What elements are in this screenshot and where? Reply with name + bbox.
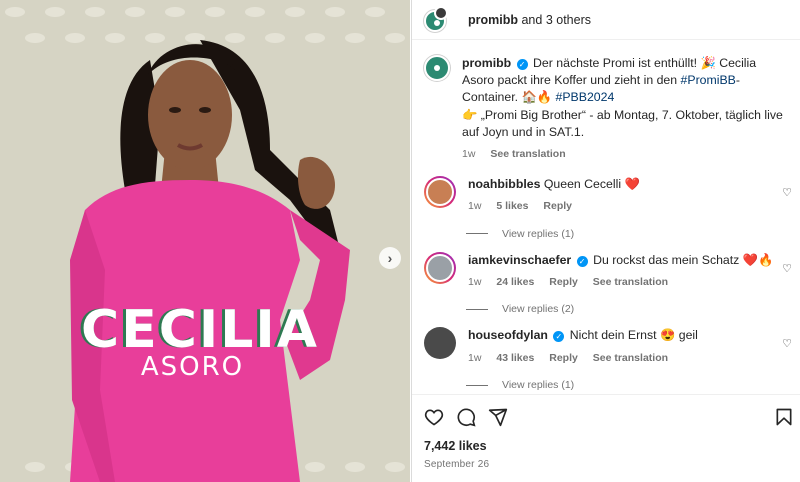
reply-button[interactable]: Reply — [549, 276, 578, 288]
post-date[interactable]: September 26 — [424, 459, 788, 470]
comment-like-heart-icon[interactable]: ♡ — [782, 186, 792, 199]
avatar[interactable] — [424, 251, 456, 284]
comment-likes[interactable]: 24 likes — [496, 276, 534, 288]
view-replies-button[interactable]: View replies (1) — [466, 228, 788, 240]
author-username[interactable]: promibb — [468, 13, 518, 27]
comment-time[interactable]: 1w — [468, 352, 481, 364]
reply-button[interactable]: Reply — [543, 200, 572, 212]
post-header: promibb and 3 others — [412, 0, 800, 40]
heart-icon[interactable] — [424, 407, 444, 427]
chevron-right-icon: › — [387, 250, 393, 266]
post-media[interactable]: CECILIA ASORO › — [0, 0, 410, 482]
likes-count[interactable]: 7,442 likes — [424, 439, 788, 453]
see-translation-link[interactable]: See translation — [593, 352, 668, 364]
comment-like-heart-icon[interactable]: ♡ — [782, 337, 792, 350]
post-actions: 7,442 likes September 26 — [412, 394, 800, 470]
comment-time[interactable]: 1w — [468, 276, 481, 288]
media-title: CECILIA — [81, 300, 319, 360]
collab-avatars[interactable] — [424, 5, 458, 34]
comment-icon[interactable] — [456, 407, 476, 427]
reply-button[interactable]: Reply — [549, 352, 578, 364]
see-translation-link[interactable]: See translation — [490, 148, 565, 160]
comment-text: Nicht dein Ernst 😍 geil — [569, 328, 698, 343]
comment-text: Du rockst das mein Schatz ❤️🔥 — [593, 252, 774, 267]
collab-others[interactable]: and 3 others — [521, 13, 591, 27]
post-sidebar: promibb and 3 others promibb ✓ Der nächs… — [411, 0, 800, 482]
verified-icon: ✓ — [553, 331, 565, 343]
see-translation-link[interactable]: See translation — [593, 276, 668, 288]
hashtag-link[interactable]: #PromiBB — [681, 73, 736, 87]
media-subtitle: ASORO — [140, 352, 245, 382]
post-author[interactable]: promibb and 3 others — [468, 13, 591, 27]
share-icon[interactable] — [488, 407, 508, 427]
comment-time[interactable]: 1w — [468, 200, 481, 212]
comment-like-heart-icon[interactable]: ♡ — [782, 262, 792, 275]
verified-icon: ✓ — [576, 255, 588, 267]
comment: houseofdylan ✓ Nicht dein Ernst 😍 geil 1… — [424, 327, 792, 365]
comment-likes[interactable]: 5 likes — [496, 200, 528, 212]
comment-username[interactable]: iamkevinschaefer — [468, 253, 571, 267]
comment: iamkevinschaefer ✓ Du rockst das mein Sc… — [424, 251, 792, 290]
hashtag-link[interactable]: #PBB2024 — [556, 90, 615, 104]
comment-username[interactable]: houseofdylan — [468, 328, 548, 342]
avatar — [434, 5, 448, 20]
avatar[interactable] — [424, 175, 456, 208]
caption-username[interactable]: promibb — [462, 56, 511, 70]
view-replies-button[interactable]: View replies (2) — [466, 303, 788, 315]
comment-likes[interactable]: 43 likes — [496, 352, 534, 364]
caption-time[interactable]: 1w — [462, 148, 475, 160]
avatar[interactable] — [424, 55, 450, 81]
comment-text: Queen Cecelli ❤️ — [543, 176, 640, 191]
comments-list[interactable]: promibb ✓ Der nächste Promi ist enthüllt… — [412, 41, 800, 394]
carousel-next-button[interactable]: › — [379, 247, 401, 269]
comment: noahbibbles Queen Cecelli ❤️ 1w 5 likes … — [424, 175, 792, 214]
post-caption: promibb ✓ Der nächste Promi ist enthüllt… — [424, 55, 788, 162]
comment-username[interactable]: noahbibbles — [468, 177, 540, 191]
verified-icon: ✓ — [516, 59, 528, 70]
view-replies-button[interactable]: View replies (1) — [466, 379, 788, 391]
person-figure — [70, 40, 350, 482]
avatar[interactable] — [424, 327, 456, 360]
bookmark-icon[interactable] — [774, 407, 794, 427]
caption-text: 👉 „Promi Big Brother“ - ab Montag, 7. Ok… — [462, 107, 783, 139]
